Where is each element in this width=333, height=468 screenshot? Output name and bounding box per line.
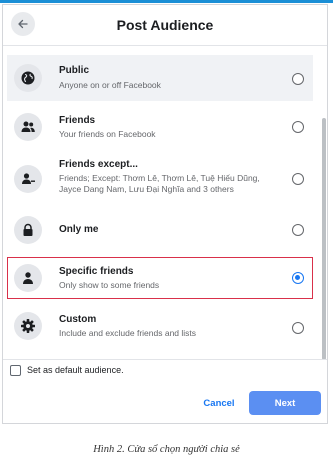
- option-label: Friends: [59, 115, 96, 126]
- option-friends-except[interactable]: Friends except... Friends; Except: Thơm …: [7, 153, 313, 207]
- option-label: Friends except...: [59, 159, 138, 170]
- radio-friends-except[interactable]: [292, 173, 304, 185]
- option-specific-friends[interactable]: Specific friends Only show to some frien…: [7, 257, 313, 299]
- post-audience-dialog: Post Audience Public Anyone on or off Fa…: [2, 4, 328, 424]
- option-friends[interactable]: Friends Your friends on Facebook: [7, 105, 313, 149]
- option-label: Specific friends: [59, 266, 134, 277]
- option-description: Anyone on or off Facebook: [59, 80, 161, 90]
- option-description: Only show to some friends: [59, 280, 160, 290]
- default-audience-checkbox[interactable]: [10, 365, 21, 376]
- option-description: Include and exclude friends and lists: [59, 328, 197, 338]
- option-label: Custom: [59, 314, 97, 325]
- option-custom[interactable]: Custom Include and exclude friends and l…: [7, 305, 313, 347]
- default-audience-label: Set as default audience.: [27, 365, 124, 375]
- option-label: Only me: [59, 224, 99, 235]
- option-public[interactable]: Public Anyone on or off Facebook: [7, 55, 313, 101]
- radio-specific-friends[interactable]: [292, 272, 304, 284]
- scrollbar[interactable]: [322, 118, 326, 360]
- radio-custom[interactable]: [292, 322, 304, 334]
- top-accent-bar: [0, 0, 333, 3]
- cancel-button[interactable]: Cancel: [193, 391, 245, 415]
- next-button[interactable]: Next: [249, 391, 321, 415]
- option-only-me[interactable]: Only me: [7, 209, 313, 251]
- option-label: Public: [59, 65, 90, 76]
- gear-icon: [14, 312, 42, 340]
- globe-icon: [14, 64, 42, 92]
- option-description: Friends; Except: Thơm Lê, Thơm Lê, Tuệ H…: [59, 173, 260, 194]
- friends-icon: [14, 113, 42, 141]
- radio-public[interactable]: [292, 73, 304, 85]
- dialog-title: Post Audience: [116, 17, 214, 33]
- figure-caption: Hình 2. Cửa sổ chọn người chia sẻ: [93, 444, 240, 455]
- radio-friends[interactable]: [292, 121, 304, 133]
- person-icon: [14, 264, 42, 292]
- footer-divider: [3, 359, 327, 360]
- option-description: Your friends on Facebook: [59, 129, 156, 139]
- lock-icon: [14, 216, 42, 244]
- friend-except-icon: [14, 165, 42, 193]
- radio-only-me[interactable]: [292, 224, 304, 236]
- dialog-header: Post Audience: [3, 5, 327, 46]
